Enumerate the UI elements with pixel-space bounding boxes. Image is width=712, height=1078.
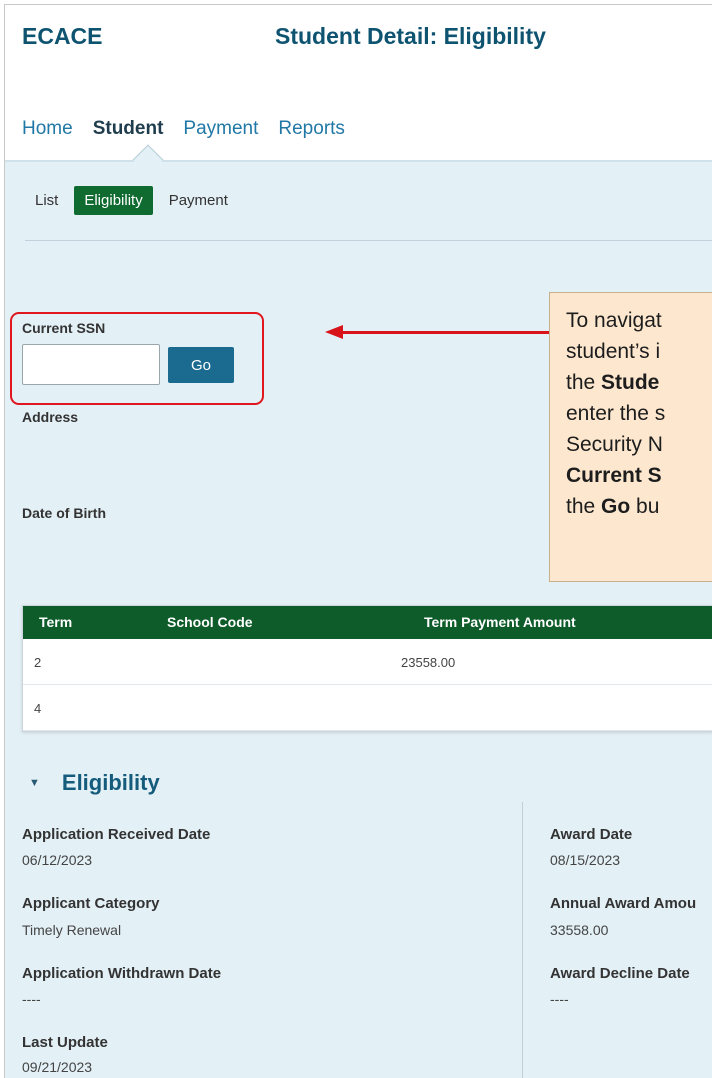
callout-line-5: Security N bbox=[566, 433, 663, 456]
main-content: List Eligibility Payment Current SSN Go … bbox=[5, 162, 712, 1078]
last-update-value: 09/21/2023 bbox=[22, 1059, 93, 1075]
sub-nav: List Eligibility Payment bbox=[35, 186, 244, 215]
callout-current-ssn-bold: Current S bbox=[566, 464, 662, 487]
main-nav: Home Student Payment Reports bbox=[22, 118, 365, 140]
ssn-highlight-box bbox=[10, 312, 264, 405]
col-school-code[interactable]: School Code bbox=[167, 614, 253, 630]
award-date-value: 08/15/2023 bbox=[550, 852, 621, 868]
subnav-eligibility[interactable]: Eligibility bbox=[74, 186, 153, 215]
callout-line-7-end: bu bbox=[630, 495, 660, 518]
award-decline-date-value: ---- bbox=[550, 991, 569, 1007]
cell-term: 4 bbox=[34, 701, 42, 716]
nav-reports[interactable]: Reports bbox=[278, 118, 345, 140]
table-header: Term School Code Term Payment Amount bbox=[23, 606, 712, 639]
callout-line-3: the bbox=[566, 371, 602, 394]
annual-award-amount-value: 33558.00 bbox=[550, 922, 609, 938]
column-divider bbox=[522, 802, 523, 1078]
callout-arrow-shaft bbox=[342, 331, 549, 334]
table-row[interactable]: 2 23558.00 bbox=[23, 639, 712, 685]
applicant-category-value: Timely Renewal bbox=[22, 922, 122, 938]
application-withdrawn-date-value: ---- bbox=[22, 991, 41, 1007]
award-decline-date-label: Award Decline Date bbox=[550, 965, 690, 982]
callout-line-2: student’s i bbox=[566, 340, 661, 363]
collapse-caret-icon[interactable]: ▼ bbox=[29, 777, 40, 789]
app-header: ECACE Student Detail: Eligibility Home S… bbox=[5, 5, 712, 162]
callout-arrow-icon bbox=[325, 325, 343, 339]
annual-award-amount-label: Annual Award Amou bbox=[550, 895, 697, 912]
applicant-category-label: Applicant Category bbox=[22, 895, 160, 912]
eligibility-section-header[interactable]: ▼ Eligibility bbox=[29, 770, 160, 796]
callout-line-4: enter the s bbox=[566, 402, 666, 425]
brand-logo[interactable]: ECACE bbox=[22, 23, 103, 50]
table-row[interactable]: 4 bbox=[23, 685, 712, 731]
dob-label: Date of Birth bbox=[22, 505, 106, 521]
col-term-payment-amount[interactable]: Term Payment Amount bbox=[424, 614, 576, 630]
subnav-divider bbox=[25, 240, 712, 241]
col-term[interactable]: Term bbox=[39, 614, 72, 630]
callout-line-7: the bbox=[566, 495, 602, 518]
application-withdrawn-date-label: Application Withdrawn Date bbox=[22, 965, 222, 982]
award-date-label: Award Date bbox=[550, 826, 633, 843]
callout-go-bold: Go bbox=[601, 495, 631, 518]
callout-student-bold: Stude bbox=[601, 371, 660, 394]
instruction-callout: To navigat student’s i the Stude enter t… bbox=[549, 292, 712, 582]
application-received-date-label: Application Received Date bbox=[22, 826, 211, 843]
nav-student[interactable]: Student bbox=[93, 118, 164, 140]
subnav-payment[interactable]: Payment bbox=[169, 192, 228, 209]
last-update-label: Last Update bbox=[22, 1034, 108, 1051]
application-received-date-value: 06/12/2023 bbox=[22, 852, 93, 868]
address-label: Address bbox=[22, 409, 79, 425]
cell-term-payment-amount: 23558.00 bbox=[401, 655, 456, 670]
subnav-list[interactable]: List bbox=[35, 192, 58, 209]
nav-payment[interactable]: Payment bbox=[183, 118, 258, 140]
nav-home[interactable]: Home bbox=[22, 118, 73, 140]
page-title: Student Detail: Eligibility bbox=[275, 23, 546, 49]
term-payment-table: Term School Code Term Payment Amount 2 2… bbox=[22, 605, 712, 732]
app-window: ECACE Student Detail: Eligibility Home S… bbox=[4, 4, 712, 1078]
cell-term: 2 bbox=[34, 655, 42, 670]
eligibility-title: Eligibility bbox=[61, 770, 160, 795]
callout-line-1: To navigat bbox=[566, 309, 662, 332]
